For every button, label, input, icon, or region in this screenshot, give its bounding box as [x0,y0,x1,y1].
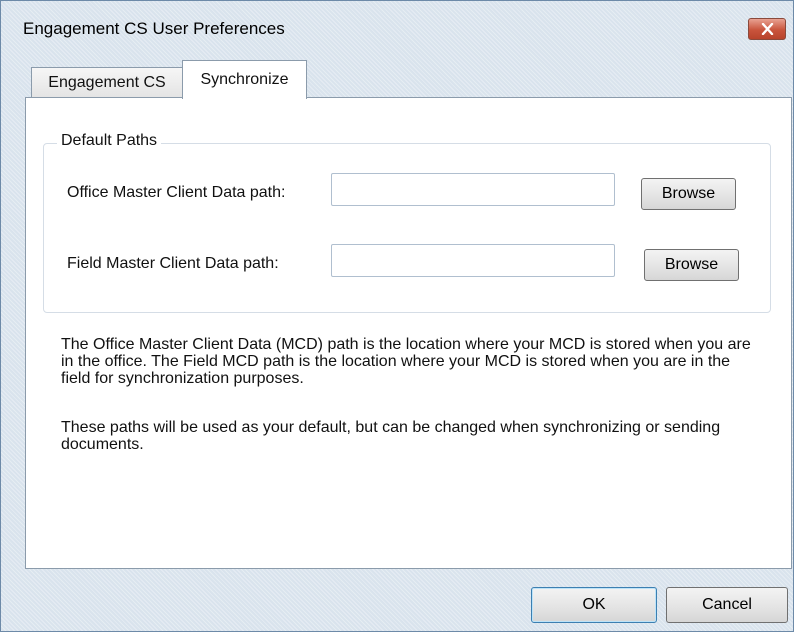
description-paragraph-1: The Office Master Client Data (MCD) path… [61,336,751,387]
preferences-dialog: Engagement CS User Preferences Engagemen… [0,0,794,632]
office-path-label: Office Master Client Data path: [67,184,286,201]
field-path-label: Field Master Client Data path: [67,255,279,272]
office-path-input[interactable] [331,173,615,206]
window-title: Engagement CS User Preferences [23,19,285,38]
ok-button[interactable]: OK [531,587,657,623]
cancel-button[interactable]: Cancel [666,587,788,623]
default-paths-group [43,143,771,313]
tab-synchronize-label: Synchronize [200,71,289,88]
field-path-input[interactable] [331,244,615,277]
close-icon [761,23,774,35]
close-button[interactable] [748,18,786,40]
title-bar[interactable]: Engagement CS User Preferences [1,1,793,59]
tab-synchronize[interactable]: Synchronize [182,60,307,99]
description-paragraph-2: These paths will be used as your default… [61,419,721,453]
tab-engagement-cs-label: Engagement CS [48,74,166,91]
field-browse-button[interactable]: Browse [644,249,739,281]
office-browse-button[interactable]: Browse [641,178,736,210]
default-paths-legend: Default Paths [57,132,162,150]
tab-engagement-cs[interactable]: Engagement CS [31,67,183,97]
